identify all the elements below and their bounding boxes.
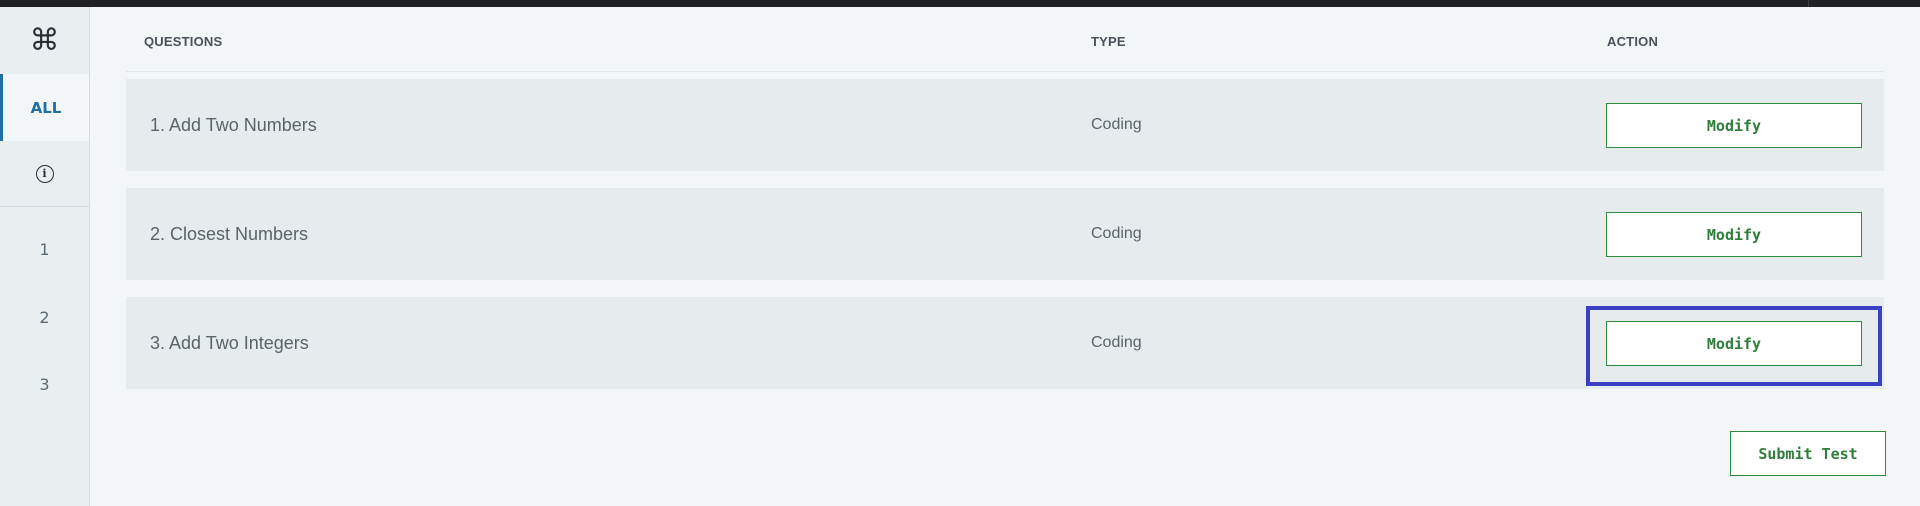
sidebar-item-question-1[interactable]: 1 (0, 215, 89, 283)
sidebar-item-question-2[interactable]: 2 (0, 283, 89, 351)
header-questions: QUESTIONS (144, 34, 223, 49)
modify-button[interactable]: Modify (1606, 103, 1862, 148)
focus-highlight (1586, 306, 1882, 386)
top-bar-divider (1808, 0, 1809, 7)
info-icon: i (35, 164, 54, 183)
sidebar-item-info[interactable]: i (0, 141, 89, 207)
question-type: Coding (1091, 334, 1142, 351)
sidebar-item-question-3[interactable]: 3 (0, 350, 89, 418)
sidebar-item-all[interactable]: ALL (0, 74, 89, 141)
sidebar: ⌘ ALL i 1 2 3 (0, 7, 90, 506)
command-icon[interactable]: ⌘ (0, 7, 89, 73)
table-header: QUESTIONS TYPE ACTION (126, 28, 1884, 72)
table-row: 1. Add Two Numbers Coding Modify (126, 79, 1884, 171)
question-type: Coding (1091, 116, 1142, 133)
question-title: 1. Add Two Numbers (150, 115, 317, 135)
submit-test-button[interactable]: Submit Test (1730, 431, 1886, 476)
top-bar (0, 0, 1920, 7)
table-row: 2. Closest Numbers Coding Modify (126, 188, 1884, 280)
header-action: ACTION (1607, 34, 1659, 49)
modify-button[interactable]: Modify (1606, 212, 1862, 257)
header-type: TYPE (1091, 34, 1126, 49)
question-type: Coding (1091, 225, 1142, 242)
question-title: 3. Add Two Integers (150, 333, 309, 353)
question-title: 2. Closest Numbers (150, 224, 309, 244)
